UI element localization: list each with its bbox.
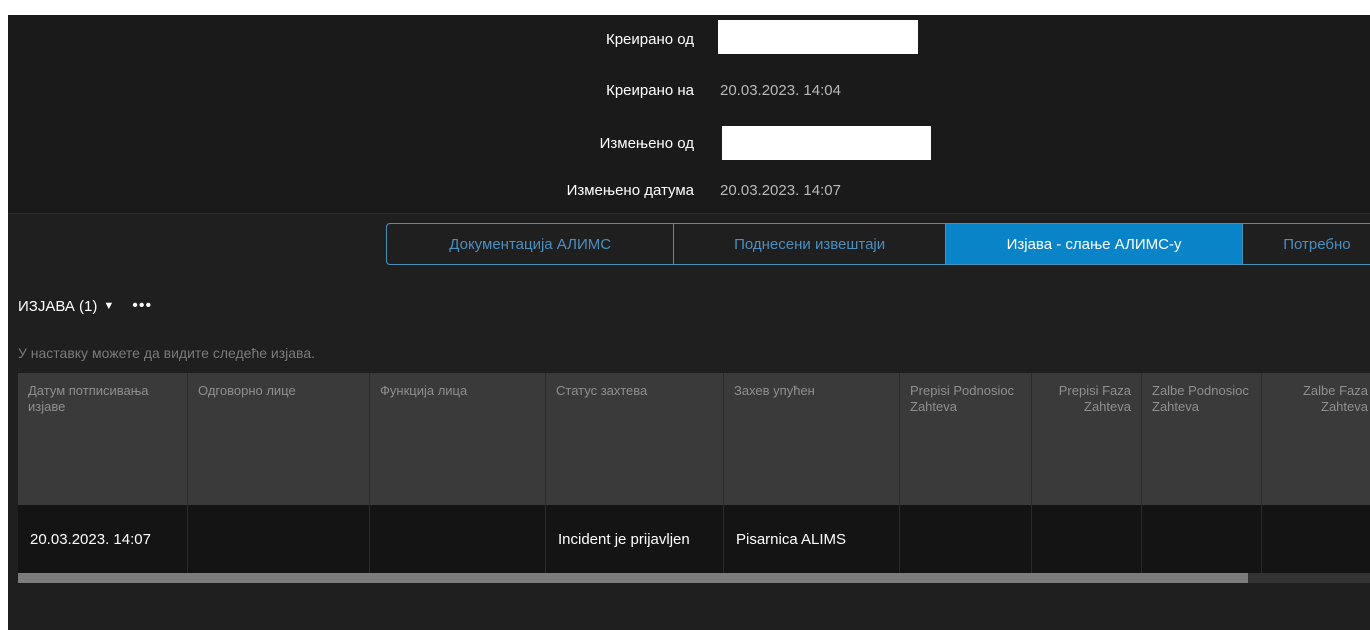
modified-on-row: Измењено датума 20.03.2023. 14:07 [8, 168, 1370, 214]
table-cell [1142, 505, 1262, 573]
table-cell [188, 505, 370, 573]
table-cell: 20.03.2023. 14:07 [18, 505, 188, 573]
created-on-row: Креирано на 20.03.2023. 14:04 [8, 63, 1370, 119]
tab-alims-documentation[interactable]: Документација АЛИМС [387, 224, 675, 264]
table-cell [1262, 505, 1370, 573]
column-header-zalbe-faza[interactable]: Zalbe Faza Zahteva [1262, 373, 1370, 505]
created-by-label: Креирано од [605, 30, 694, 48]
modified-by-label: Измењено од [599, 134, 694, 152]
modified-by-row: Измењено од [8, 118, 1370, 169]
column-header-responsible-person[interactable]: Одговорно лице [188, 373, 370, 505]
section-header: ИЗЈАВА (1) ▼ ••• [18, 297, 152, 315]
statements-table: Датум потписивања изјаве Одговорно лице … [18, 373, 1370, 573]
column-header-prepisi-faza[interactable]: Prepisi Faza Zahteva [1032, 373, 1142, 505]
created-on-value: 20.03.2023. 14:04 [720, 82, 841, 99]
scrollbar-thumb[interactable] [18, 573, 1249, 583]
column-header-signing-date[interactable]: Датум потписивања изјаве [18, 373, 188, 505]
column-header-zalbe-podnosioc[interactable]: Zalbe Podnosioc Zahteva [1142, 373, 1262, 505]
column-header-request-status[interactable]: Статус захтева [546, 373, 724, 505]
details-panel: Креирано од Креирано на 20.03.2023. 14:0… [8, 15, 1370, 630]
tab-submitted-reports[interactable]: Поднесени извештаји [674, 224, 946, 264]
redacted-box [722, 126, 931, 160]
tab-required[interactable]: Потребно [1243, 224, 1370, 264]
table-cell: Incident je prijavljen [546, 505, 724, 573]
table-cell [370, 505, 546, 573]
table-header-row: Датум потписивања изјаве Одговорно лице … [18, 373, 1370, 505]
more-icon[interactable]: ••• [132, 297, 152, 315]
caret-down-icon[interactable]: ▼ [103, 300, 114, 312]
table-cell: Pisarnica ALIMS [724, 505, 900, 573]
column-header-prepisi-podnosioc[interactable]: Prepisi Podnosioc Zahteva [900, 373, 1032, 505]
tab-bar: Документација АЛИМС Поднесени извештаји … [386, 223, 1370, 265]
modified-on-value: 20.03.2023. 14:07 [720, 182, 841, 199]
column-header-request-sent-to[interactable]: Захев упућен [724, 373, 900, 505]
section-title: ИЗЈАВА (1) [18, 297, 98, 315]
modified-on-label: Измењено датума [566, 182, 694, 199]
horizontal-scrollbar[interactable] [18, 573, 1370, 583]
table-cell [1032, 505, 1142, 573]
tab-statement-send-alims[interactable]: Изјава - слање АЛИМС-у [945, 224, 1244, 264]
created-on-label: Креирано на [606, 82, 694, 99]
table-cell [900, 505, 1032, 573]
table-row[interactable]: 20.03.2023. 14:07 Incident je prijavljen… [18, 505, 1370, 573]
section-description: У наставку можете да видите следеће изја… [18, 345, 316, 361]
column-header-person-function[interactable]: Функција лица [370, 373, 546, 505]
created-by-row: Креирано од [8, 15, 1370, 64]
redacted-box [718, 20, 918, 54]
